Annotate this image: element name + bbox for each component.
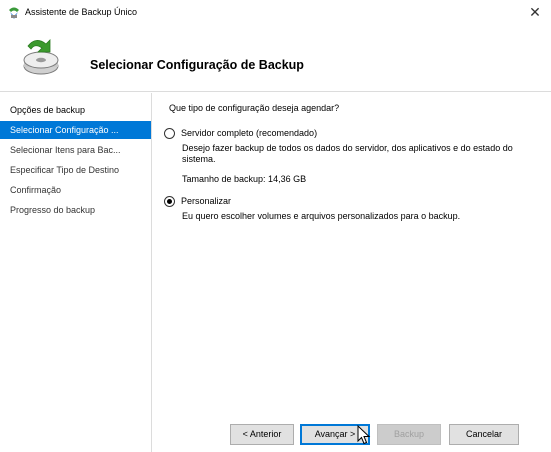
custom-option[interactable]: Personalizar [164,194,231,208]
sidebar-item-opcoes-de-backup[interactable]: Opções de backup [0,101,151,119]
page-title: Selecionar Configuração de Backup [90,58,304,72]
next-button[interactable]: Avançar > [300,424,370,445]
close-icon[interactable]: ✕ [519,0,551,26]
app-icon [9,7,19,19]
sidebar-item-confirmacao[interactable]: Confirmação [0,181,151,199]
backup-wizard-icon [23,39,59,75]
custom-radio[interactable] [164,195,175,207]
backup-size-text: Tamanho de backup: 14,36 GB [182,174,307,184]
full-server-description: Desejo fazer backup de todos os dados do… [182,143,513,164]
full-server-radio[interactable] [164,127,175,139]
backup-button: Backup [377,424,441,445]
back-button[interactable]: < Anterior [230,424,294,445]
full-server-label[interactable]: Servidor completo (recomendado) [181,128,317,138]
wizard-header: Selecionar Configuração de Backup [0,26,551,92]
full-server-option[interactable]: Servidor completo (recomendado) [164,126,317,140]
config-question: Que tipo de configuração deseja agendar? [169,103,340,113]
sidebar-item-especificar-tipo-destino[interactable]: Especificar Tipo de Destino [0,161,151,179]
main-panel: Que tipo de configuração deseja agendar?… [152,93,551,452]
wizard-steps-sidebar: Opções de backup Selecionar Configuração… [0,93,152,452]
sidebar-item-progresso-do-backup[interactable]: Progresso do backup [0,201,151,219]
custom-description: Eu quero escolher volumes e arquivos per… [182,211,461,221]
sidebar-item-selecionar-configuracao[interactable]: Selecionar Configuração ... [0,121,151,139]
sidebar-item-selecionar-itens[interactable]: Selecionar Itens para Bac... [0,141,151,159]
wizard-footer: < Anterior Avançar > Backup Cancelar [152,406,551,452]
window-title: Assistente de Backup Único [25,7,138,17]
cancel-button[interactable]: Cancelar [449,424,519,445]
title-bar: Assistente de Backup Único ✕ [0,0,551,26]
custom-label[interactable]: Personalizar [181,196,231,206]
